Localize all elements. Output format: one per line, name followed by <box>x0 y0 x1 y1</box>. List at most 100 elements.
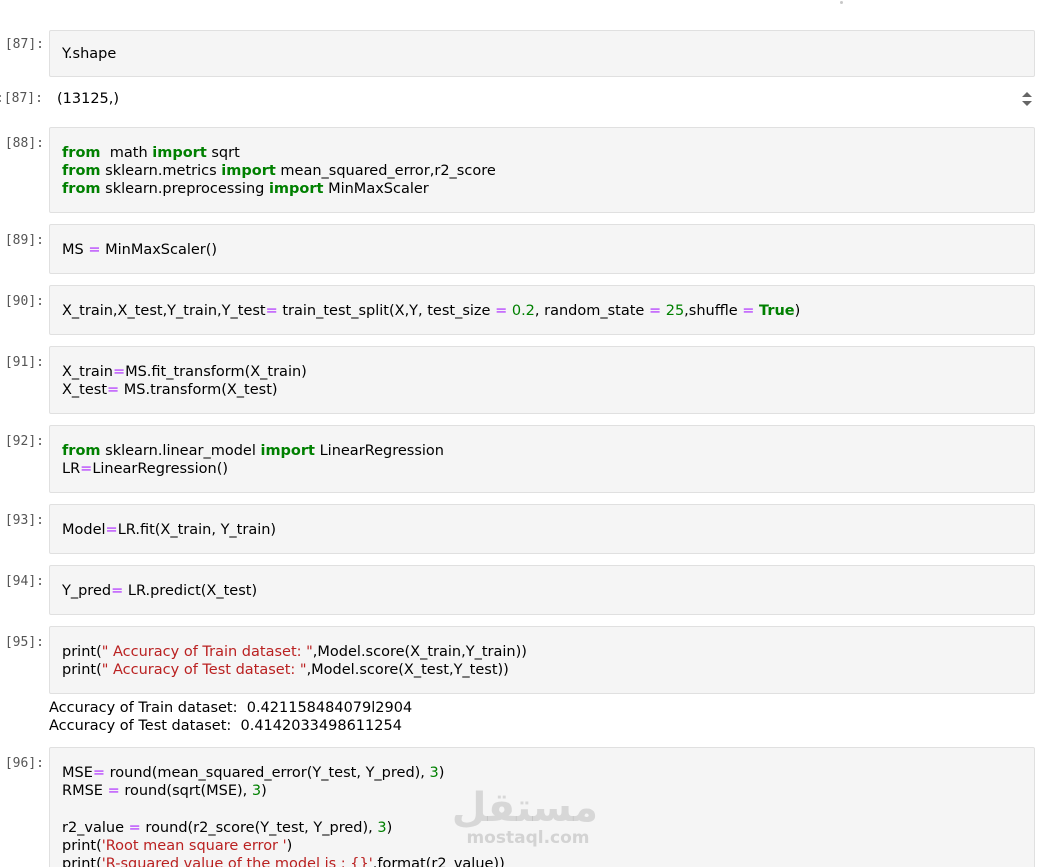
code-token: mean_squared_error,r2_score <box>275 163 496 180</box>
code-line: RMSE = round(sqrt(MSE), 3) <box>62 782 505 800</box>
code-token: print( <box>62 644 102 660</box>
code-editor[interactable]: X_train=MS.fit_transform(X_train) X_test=… <box>49 346 1035 414</box>
code-token: import <box>152 145 207 161</box>
scroll-toggle-icon[interactable] <box>1020 89 1034 109</box>
code-line: LR=LinearRegression() <box>62 460 444 478</box>
code-token: = <box>111 583 124 599</box>
code-token: " Accuracy of Train dataset: " <box>101 644 313 660</box>
code-editor[interactable]: from math import sqrt from sklearn.metric… <box>49 127 1035 213</box>
code-line: Y_pred= LR.predict(X_test) <box>62 582 257 600</box>
code-token: print( <box>62 662 102 679</box>
code-token: sqrt <box>206 145 240 161</box>
code-token: sklearn.metrics <box>100 163 222 180</box>
code-token: = <box>92 765 106 781</box>
code-token: LinearRegression() <box>92 461 229 478</box>
code-text: Y.shape <box>62 45 116 63</box>
code-token: from <box>62 145 101 161</box>
code-token: = <box>495 303 508 319</box>
code-token: sklearn.preprocessing <box>100 181 269 198</box>
code-token: ,shuffle <box>684 303 743 319</box>
code-token: train_test_split(X,Y, test_size <box>277 303 496 319</box>
code-token: = <box>107 382 120 399</box>
code-token: X_train <box>62 364 113 380</box>
code-line: from sklearn.linear_model import LinearR… <box>62 442 444 460</box>
output-prompt: :[87]: <box>0 91 43 106</box>
watermark-latin: mostaql.com <box>466 828 590 848</box>
input-prompt: [89]: <box>4 233 44 248</box>
input-prompt: [91]: <box>4 355 44 370</box>
code-token: MinMaxScaler <box>323 181 429 198</box>
code-token: ,Model.score(X_test,Y_test)) <box>306 662 509 679</box>
code-token: import <box>260 443 315 459</box>
code-editor[interactable]: print(" Accuracy of Train dataset: ",Mod… <box>49 626 1035 694</box>
code-editor[interactable]: from sklearn.linear_model import LinearR… <box>49 425 1035 493</box>
code-token: 3 <box>429 765 439 781</box>
input-prompt: [90]: <box>4 294 44 309</box>
code-line: print('R-squared value of the model is :… <box>62 855 505 867</box>
code-editor[interactable]: Y.shape <box>49 30 1035 77</box>
code-line: MSE= round(mean_squared_error(Y_test, Y_… <box>62 764 505 782</box>
code-text: MS = MinMaxScaler() <box>62 241 217 259</box>
code-text: X_train,X_test,Y_train,Y_test= train_tes… <box>62 302 800 320</box>
code-token: r2_value <box>62 819 129 836</box>
code-token: ) <box>261 783 267 800</box>
code-token: LR <box>62 461 81 478</box>
code-editor[interactable]: Model=LR.fit(X_train, Y_train) <box>49 504 1035 554</box>
code-token: " Accuracy of Test dataset: " <box>101 662 307 679</box>
code-token: = <box>112 364 126 380</box>
code-token: sklearn.linear_model <box>100 443 261 459</box>
code-text: MSE= round(mean_squared_error(Y_test, Y_… <box>62 764 505 867</box>
code-token: import <box>268 181 324 198</box>
notebook-page: [87]: Y.shape :[87]: (13125,) [88]: from… <box>0 0 1051 867</box>
code-token: = <box>648 303 662 319</box>
code-token: = <box>80 461 93 478</box>
code-token: , random_state <box>534 303 649 319</box>
code-token: math <box>100 145 153 161</box>
code-token: ) <box>286 837 293 854</box>
stdout-line: Accuracy of Test dataset: 0.414203349861… <box>49 718 402 734</box>
code-editor[interactable]: Y_pred= LR.predict(X_test) <box>49 565 1035 615</box>
code-token: ,Model.score(X_train,Y_train)) <box>312 644 527 660</box>
input-prompt: [95]: <box>4 635 44 650</box>
input-prompt: [94]: <box>4 574 44 589</box>
output-prompt-label: [87]: <box>3 91 43 106</box>
code-token: from <box>62 443 101 459</box>
code-token: LinearRegression <box>314 443 444 459</box>
stdout-line: Accuracy of Train dataset: 0.42115848407… <box>49 700 413 716</box>
code-line: from sklearn.preprocessing import MinMax… <box>62 180 496 198</box>
code-token: MSE <box>62 765 93 781</box>
code-token: LR.fit(X_train, Y_train) <box>117 522 277 538</box>
input-prompt: [88]: <box>4 136 44 151</box>
code-line: X_test= MS.transform(X_test) <box>62 381 307 399</box>
code-token: LR.predict(X_test) <box>123 583 258 599</box>
code-token: = <box>105 522 118 538</box>
code-text: Y_pred= LR.predict(X_test) <box>62 582 257 600</box>
code-line: X_train,X_test,Y_train,Y_test= train_tes… <box>62 302 800 320</box>
input-prompt: [87]: <box>4 37 44 52</box>
code-line: MS = MinMaxScaler() <box>62 241 217 259</box>
code-text: from math import sqrt from sklearn.metric… <box>62 144 496 199</box>
code-text: from sklearn.linear_model import LinearR… <box>62 442 444 478</box>
code-token: .format(r2_value)) <box>372 855 505 867</box>
input-prompt: [96]: <box>4 756 44 771</box>
code-token: 'R-squared value of the model is : {}' <box>101 855 373 867</box>
code-line: Y.shape <box>62 45 116 63</box>
code-token: round(mean_squared_error(Y_test, Y_pred)… <box>105 765 430 781</box>
code-token: MS.fit_transform(X_train) <box>125 364 307 380</box>
input-prompt: [92]: <box>4 434 44 449</box>
code-token: 0.2 <box>511 303 535 319</box>
code-text: X_train=MS.fit_transform(X_train) X_test=… <box>62 363 307 399</box>
code-editor[interactable]: X_train,X_test,Y_train,Y_test= train_tes… <box>49 285 1035 335</box>
code-token: = <box>88 242 101 258</box>
code-token: 3 <box>251 783 262 800</box>
code-token: X_test <box>62 382 108 399</box>
top-indicator-dot <box>840 1 843 4</box>
code-token: MS.transform(X_test) <box>119 382 278 399</box>
code-token: print( <box>62 855 102 867</box>
code-token: round(r2_score(Y_test, Y_pred), <box>140 819 378 836</box>
code-token: Model <box>62 522 106 538</box>
code-editor[interactable]: MS = MinMaxScaler() <box>49 224 1035 274</box>
code-token: = <box>128 819 141 836</box>
code-line: print(" Accuracy of Train dataset: ",Mod… <box>62 643 527 661</box>
